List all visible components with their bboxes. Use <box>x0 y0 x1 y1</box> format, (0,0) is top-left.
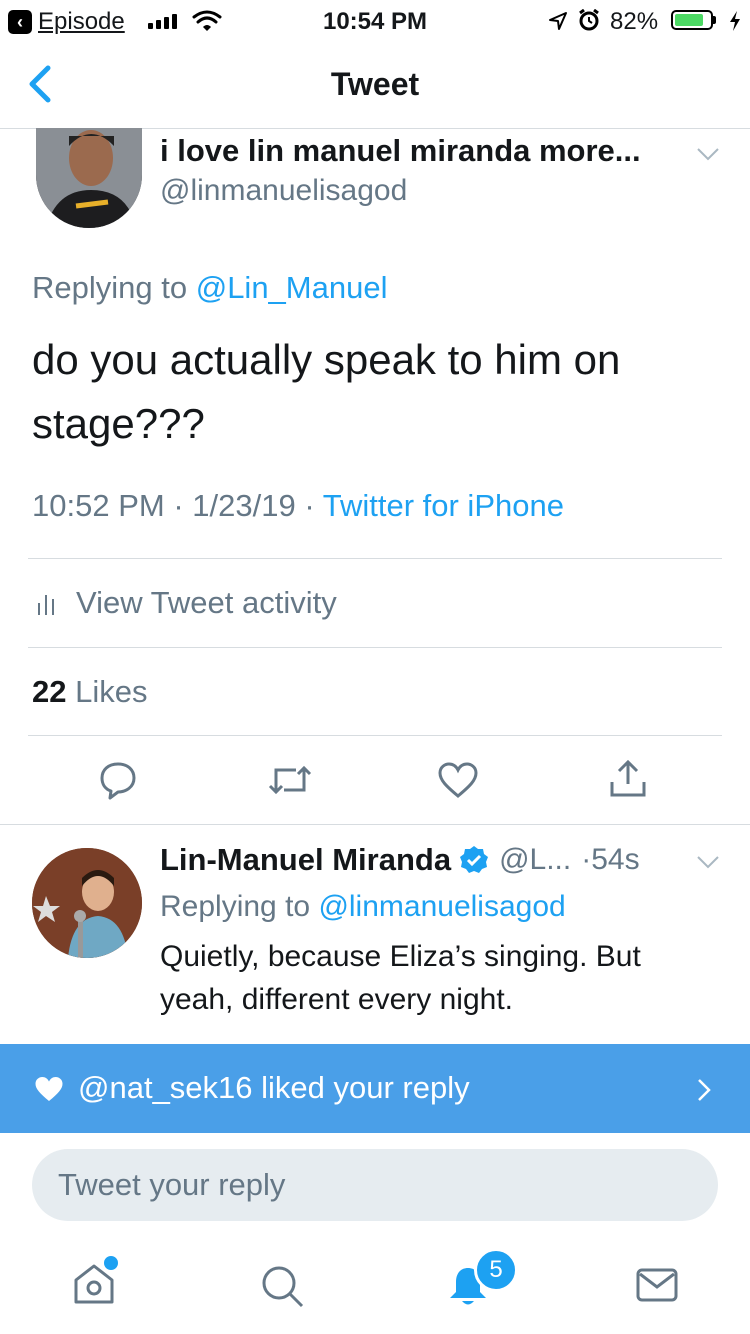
chevron-down-icon[interactable] <box>696 854 720 870</box>
author-avatar[interactable] <box>36 128 142 228</box>
likes-label: Likes <box>75 674 148 709</box>
reply-placeholder: Tweet your reply <box>58 1167 286 1202</box>
replying-to-link[interactable]: @Lin_Manuel <box>196 270 388 305</box>
heart-icon <box>35 1077 63 1101</box>
search-icon[interactable] <box>260 1264 304 1308</box>
reply-author-name[interactable]: Lin-Manuel Miranda <box>160 842 451 878</box>
page-title: Tweet <box>330 66 420 102</box>
divider <box>0 824 750 825</box>
battery-percent: 82% <box>610 8 659 35</box>
divider <box>28 558 722 559</box>
chevron-right-icon <box>698 1079 711 1101</box>
reply-age: ·54s <box>581 843 640 876</box>
battery-fill <box>675 14 703 26</box>
reply-replying-label: Replying to <box>160 890 311 923</box>
replying-label: Replying to <box>32 270 188 305</box>
verified-icon <box>460 846 489 873</box>
notification-banner[interactable]: @nat_sek16 liked your reply <box>0 1044 750 1133</box>
share-icon[interactable] <box>608 758 648 798</box>
meta-sep: · <box>304 488 315 523</box>
reply-composer[interactable]: Tweet your reply <box>32 1149 718 1221</box>
likes-count[interactable]: 22 Likes <box>32 674 147 710</box>
reply-author-avatar[interactable] <box>32 848 142 958</box>
home-unread-dot <box>102 1254 120 1272</box>
activity-icon <box>38 595 54 615</box>
divider <box>28 735 722 736</box>
reply-replying-line: Replying to @linmanuelisagod <box>160 890 566 924</box>
reply-icon[interactable] <box>98 760 138 800</box>
tweet-meta: 10:52 PM · 1/23/19 · Twitter for iPhone <box>32 488 564 524</box>
reply-replying-link[interactable]: @linmanuelisagod <box>318 890 565 923</box>
battery-icon <box>671 10 713 30</box>
location-icon <box>549 12 567 30</box>
notification-badge: 5 <box>474 1248 518 1292</box>
nav-bar: Tweet <box>0 42 750 129</box>
view-tweet-activity[interactable]: View Tweet activity <box>36 585 337 621</box>
tab-bar: 5 <box>0 1240 750 1334</box>
retweet-icon[interactable] <box>268 762 312 798</box>
author-name[interactable]: i love lin manuel miranda more... <box>160 133 641 169</box>
charging-icon <box>730 11 740 31</box>
tweet-text: do you actually speak to him on stage??? <box>32 336 621 447</box>
alarm-icon <box>579 9 599 31</box>
reply-avatar-photo <box>32 848 142 958</box>
banner-text: @nat_sek16 liked your reply <box>78 1070 470 1105</box>
activity-label: View Tweet activity <box>76 585 337 620</box>
reply-author-handle[interactable]: @L... <box>499 843 571 877</box>
divider <box>28 647 722 648</box>
status-bar: ‹ Episode 10:54 PM 82% <box>0 0 750 42</box>
like-icon[interactable] <box>438 762 478 798</box>
battery-tip <box>713 16 716 24</box>
author-handle[interactable]: @linmanuelisagod <box>160 174 407 208</box>
reply-header: Lin-Manuel Miranda @L... ·54s <box>160 842 640 878</box>
chevron-down-icon[interactable] <box>696 146 720 162</box>
avatar-photo <box>36 128 142 228</box>
tweet-date: 1/23/19 <box>192 488 296 523</box>
reply-text: Quietly, because Eliza’s singing. But ye… <box>160 940 641 1016</box>
mail-icon[interactable] <box>636 1268 678 1302</box>
meta-sep: · <box>173 488 184 523</box>
tweet-source[interactable]: Twitter for iPhone <box>323 488 564 523</box>
likes-number: 22 <box>32 674 67 709</box>
tweet-time: 10:52 PM <box>32 488 165 523</box>
replying-to-line: Replying to @Lin_Manuel <box>32 270 387 306</box>
